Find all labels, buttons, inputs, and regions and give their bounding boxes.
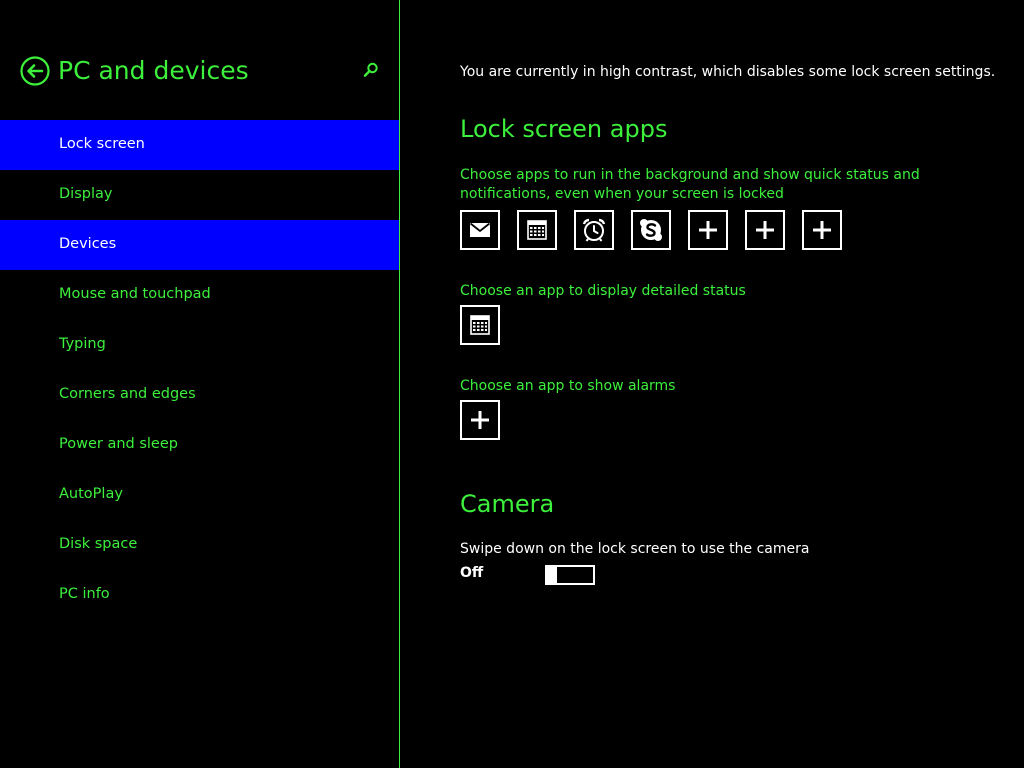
- calendar-icon: [527, 220, 547, 240]
- mail-icon: [469, 222, 491, 237]
- detailed-status-row: [460, 305, 500, 345]
- sidebar: PC and devices Lock screen Display Devic…: [0, 0, 400, 768]
- lock-app-slot-skype[interactable]: [631, 210, 671, 250]
- detailed-status-description: Choose an app to display detailed status: [460, 283, 746, 299]
- skype-icon: [640, 219, 662, 241]
- lock-app-slot-add-3[interactable]: [802, 210, 842, 250]
- lock-app-slot-mail[interactable]: [460, 210, 500, 250]
- camera-toggle-state: Off: [460, 565, 484, 581]
- page-title: PC and devices: [58, 56, 249, 85]
- add-icon: [813, 221, 831, 239]
- lock-app-slot-add-2[interactable]: [745, 210, 785, 250]
- alarms-app-slot[interactable]: [460, 400, 500, 440]
- sidebar-item-power-and-sleep[interactable]: Power and sleep: [0, 420, 399, 470]
- sidebar-item-lock-screen[interactable]: Lock screen: [0, 120, 399, 170]
- sidebar-item-typing[interactable]: Typing: [0, 320, 399, 370]
- camera-title: Camera: [460, 490, 555, 518]
- lock-screen-apps-title: Lock screen apps: [460, 115, 668, 143]
- alarms-row: [460, 400, 500, 440]
- calendar-icon: [470, 315, 490, 335]
- add-icon: [699, 221, 717, 239]
- sidebar-item-pc-info[interactable]: PC info: [0, 570, 399, 620]
- lock-app-slot-alarms[interactable]: [574, 210, 614, 250]
- camera-toggle-thumb[interactable]: [547, 567, 557, 583]
- add-icon: [471, 411, 489, 429]
- search-button[interactable]: [362, 61, 380, 79]
- back-arrow-icon: [20, 56, 50, 86]
- search-icon: [363, 62, 378, 77]
- lock-app-slot-add-1[interactable]: [688, 210, 728, 250]
- background-apps-row: [460, 210, 842, 250]
- sidebar-item-disk-space[interactable]: Disk space: [0, 520, 399, 570]
- background-apps-description: Choose apps to run in the background and…: [460, 167, 920, 202]
- sidebar-nav: Lock screen Display Devices Mouse and to…: [0, 120, 399, 620]
- alarms-description: Choose an app to show alarms: [460, 378, 676, 394]
- sidebar-item-autoplay[interactable]: AutoPlay: [0, 470, 399, 520]
- high-contrast-notice: You are currently in high contrast, whic…: [460, 64, 996, 80]
- detailed-status-app-slot[interactable]: [460, 305, 500, 345]
- sidebar-item-corners-and-edges[interactable]: Corners and edges: [0, 370, 399, 420]
- camera-toggle[interactable]: [545, 565, 595, 585]
- sidebar-header: PC and devices: [0, 52, 399, 92]
- camera-description: Swipe down on the lock screen to use the…: [460, 541, 810, 557]
- sidebar-item-devices[interactable]: Devices: [0, 220, 399, 270]
- sidebar-item-mouse-and-touchpad[interactable]: Mouse and touchpad: [0, 270, 399, 320]
- back-button[interactable]: [20, 56, 50, 86]
- add-icon: [756, 221, 774, 239]
- sidebar-item-display[interactable]: Display: [0, 170, 399, 220]
- main-content: You are currently in high contrast, whic…: [460, 0, 1000, 768]
- alarm-clock-icon: [582, 218, 606, 242]
- lock-app-slot-calendar[interactable]: [517, 210, 557, 250]
